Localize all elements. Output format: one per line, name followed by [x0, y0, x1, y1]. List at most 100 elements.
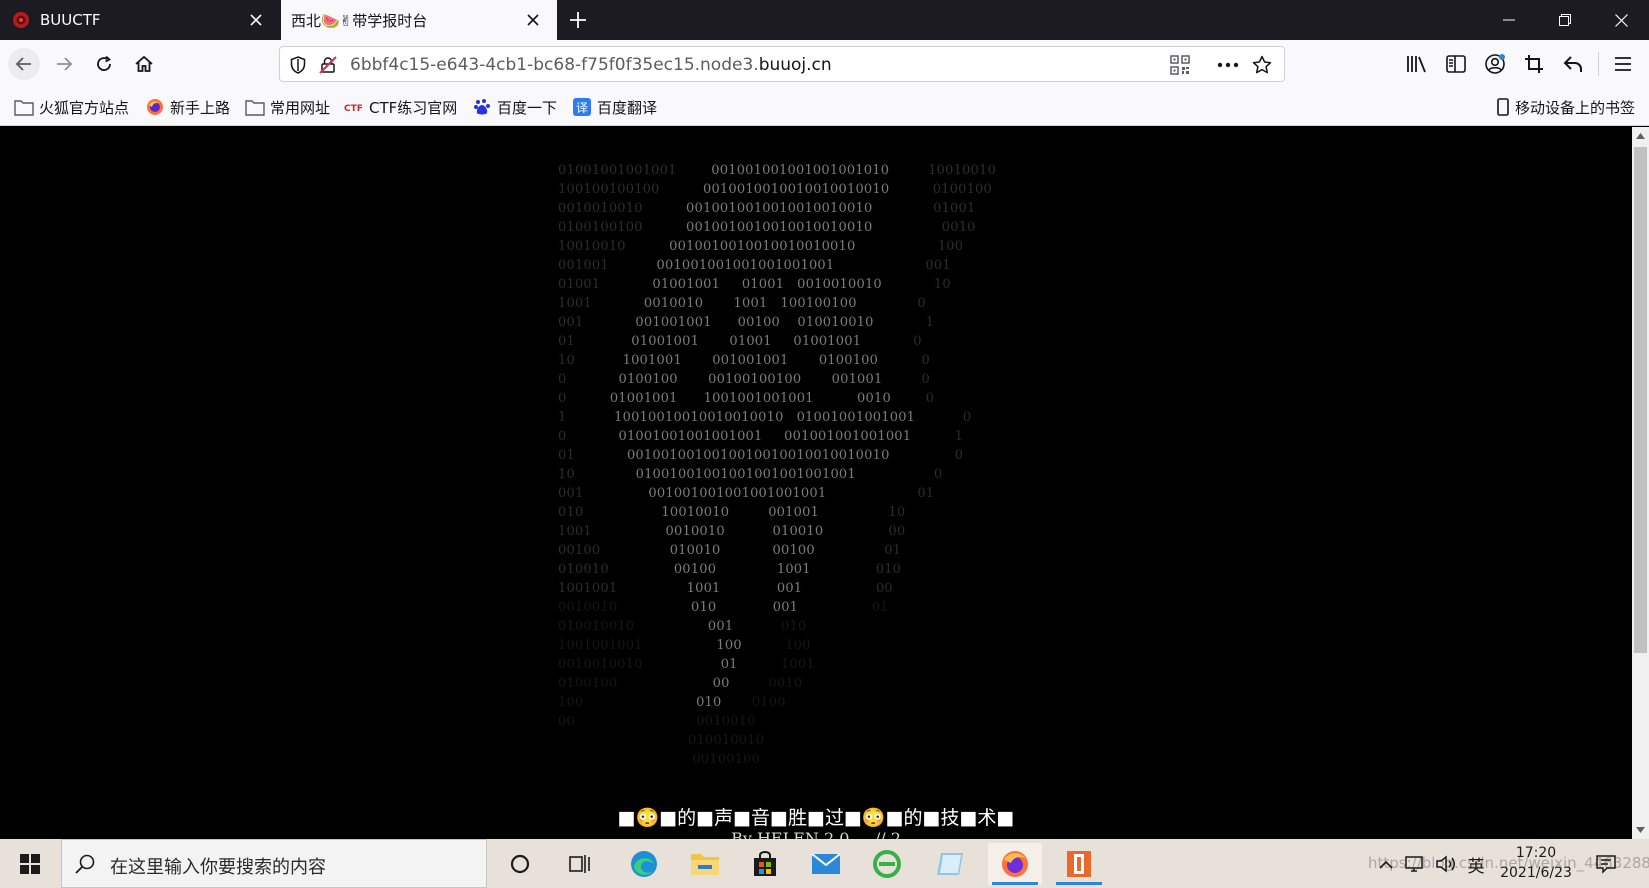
burpsuite-icon[interactable] — [1052, 843, 1106, 885]
baidu-icon — [472, 97, 492, 117]
minimize-icon[interactable] — [1481, 0, 1537, 40]
binary-art-row: 00 0010010 — [558, 714, 756, 729]
binary-art-row: 100100100100 0010010010010010010010 0100… — [558, 182, 992, 197]
undo-close-icon[interactable] — [1559, 50, 1587, 78]
chevron-up-icon[interactable] — [1376, 853, 1396, 875]
binary-art-row: 001001 001001001001001001001 001 — [558, 258, 951, 273]
page-actions-icon[interactable] — [1216, 53, 1240, 77]
taskbar-search-box[interactable]: 在这里输入你要搜索的内容 — [61, 839, 487, 888]
bookmark-ctf-site[interactable]: CTF CTF练习官网 — [344, 96, 457, 118]
task-view-icon[interactable] — [556, 843, 604, 885]
account-icon[interactable] — [1481, 50, 1509, 78]
cortana-icon[interactable] — [496, 843, 544, 885]
system-clock[interactable]: 17:20 2021/6/23 — [1490, 843, 1582, 883]
binary-ascii-art: 01001001001001 001001001001001001010 100… — [558, 161, 996, 769]
volume-icon[interactable] — [1434, 853, 1458, 875]
microsoft-store-icon[interactable] — [741, 843, 789, 885]
binary-art-row: 0010010010 01 1001 — [558, 657, 815, 672]
firefox-taskbar-icon[interactable] — [988, 843, 1042, 885]
binary-art-row: 01 01001001 01001 01001001 0 — [558, 334, 922, 349]
bookmark-label: 常用网址 — [270, 98, 331, 117]
bookmark-firefox-sites[interactable]: 火狐官方站点 — [14, 96, 129, 118]
back-icon[interactable] — [8, 48, 40, 80]
binary-art-row: 0010010 010 001 01 — [558, 600, 889, 615]
notification-center-icon[interactable] — [1594, 853, 1618, 875]
binary-art-row: 0100100100 0010010010010010010010 0010 — [558, 220, 976, 235]
mobile-bookmarks[interactable]: 移动设备上的书签 — [1496, 96, 1635, 118]
ctf-icon: CTF — [344, 97, 364, 117]
page-content: 01001001001001 001001001001001001010 100… — [0, 127, 1632, 839]
file-explorer-icon[interactable] — [681, 843, 729, 885]
tab-buuctf[interactable]: BUUCTF — [0, 0, 280, 40]
active-app-indicator — [992, 882, 1038, 885]
firefox-icon — [145, 97, 165, 117]
url-text[interactable]: 6bbf4c15-e643-4cb1-bc68-f75f0f35ec15.nod… — [350, 55, 832, 75]
windows-taskbar: 在这里输入你要搜索的内容 https://blog.csdn.net/weixi… — [0, 839, 1649, 888]
scroll-up-arrow-icon[interactable] — [1632, 129, 1649, 143]
page-caption: ■😳■的■声■音■胜■过■😳■的■技■术■ — [617, 807, 1015, 829]
hamburger-menu-icon[interactable] — [1609, 50, 1637, 78]
ie-360-browser-icon[interactable] — [863, 843, 911, 885]
bookmark-star-icon[interactable] — [1250, 53, 1274, 77]
binary-art-row: 1 10010010010010010010 01001001001001 0 — [558, 410, 972, 425]
binary-art-row: 10 01001001001001001001001001 0 — [558, 467, 943, 482]
mail-icon[interactable] — [802, 843, 850, 885]
screenshot-crop-icon[interactable] — [1520, 50, 1548, 78]
active-app-indicator — [1056, 882, 1102, 885]
folder-icon — [14, 97, 34, 117]
navigation-toolbar: 6bbf4c15-e643-4cb1-bc68-f75f0f35ec15.nod… — [0, 40, 1649, 88]
tab-strip: BUUCTF 西北🍉✌带学报时台 — [0, 0, 1649, 40]
binary-art-row: 0 01001001001001001 001001001001001 1 — [558, 429, 964, 444]
page-scrollbar[interactable] — [1632, 127, 1649, 839]
new-tab-icon[interactable] — [566, 8, 590, 32]
url-prefix: 6bbf4c15-e643-4cb1-bc68-f75f0f35ec15.nod… — [350, 55, 759, 75]
bookmark-label: 移动设备上的书签 — [1515, 98, 1636, 117]
insecure-lock-icon[interactable] — [316, 53, 340, 77]
bookmark-label: CTF练习官网 — [369, 98, 458, 117]
forward-icon[interactable] — [48, 48, 80, 80]
scroll-down-arrow-icon[interactable] — [1632, 823, 1649, 837]
bookmark-baidu-translate[interactable]: 译 百度翻译 — [572, 96, 657, 118]
binary-art-row: 1001 0010010 1001 100100100 0 — [558, 296, 926, 311]
search-icon — [74, 853, 98, 877]
tab-active[interactable]: 西北🍉✌带学报时台 — [281, 0, 557, 40]
binary-art-row: 00100 010010 00100 01 — [558, 543, 902, 558]
toolbar-divider — [1598, 52, 1599, 76]
search-placeholder: 在这里输入你要搜索的内容 — [110, 857, 326, 878]
binary-art-row: 01001 01001001 01001 0010010010 10 — [558, 277, 951, 292]
clock-date: 2021/6/23 — [1500, 865, 1572, 881]
close-tab-icon[interactable] — [521, 8, 545, 32]
reload-icon[interactable] — [88, 48, 120, 80]
bookmark-baidu[interactable]: 百度一下 — [472, 96, 557, 118]
home-icon[interactable] — [128, 48, 160, 80]
binary-art-row: 0010010010 0010010010010010010010 01001 — [558, 201, 976, 216]
restore-icon[interactable] — [1537, 0, 1593, 40]
svg-text:CTF: CTF — [344, 104, 363, 113]
ime-indicator[interactable]: 英 — [1464, 853, 1488, 877]
close-window-icon[interactable] — [1593, 0, 1649, 40]
translate-icon: 译 — [572, 97, 592, 117]
qr-code-icon[interactable] — [1168, 53, 1192, 77]
tracking-shield-icon[interactable] — [286, 53, 310, 77]
close-tab-icon[interactable] — [244, 8, 268, 32]
windows-start-icon[interactable] — [0, 839, 60, 888]
network-icon[interactable] — [1402, 853, 1426, 875]
bookmarks-toolbar: 火狐官方站点 新手上路 常用网址 CTF CTF练习官网 百度一下 译 百度翻译… — [0, 88, 1649, 126]
binary-art-row: 0 0100100 00100100100 001001 0 — [558, 372, 930, 387]
url-domain: buuoj.cn — [758, 55, 832, 75]
address-bar[interactable]: 6bbf4c15-e643-4cb1-bc68-f75f0f35ec15.nod… — [279, 46, 1285, 82]
library-icon[interactable] — [1403, 50, 1431, 78]
binary-art-row: 0100100 00 0010 — [558, 676, 803, 691]
bookmark-getting-started[interactable]: 新手上路 — [145, 96, 230, 118]
bookmark-common-sites[interactable]: 常用网址 — [245, 96, 330, 118]
binary-art-row: 1001 0010010 010010 00 — [558, 524, 906, 539]
sidebar-icon[interactable] — [1442, 50, 1470, 78]
mobile-device-icon — [1496, 97, 1510, 117]
tab-title: 西北🍉✌带学报时台 — [291, 11, 428, 30]
page-subcaption: By HELEN 2.0 ... // 2 — [731, 829, 901, 839]
binary-art-row: 01 0010010010010010010010010010010 0 — [558, 448, 964, 463]
edge-browser-icon[interactable] — [620, 843, 668, 885]
scroll-thumb[interactable] — [1634, 147, 1647, 653]
bookmark-label: 新手上路 — [170, 98, 231, 117]
notepad-app-icon[interactable] — [926, 843, 974, 885]
